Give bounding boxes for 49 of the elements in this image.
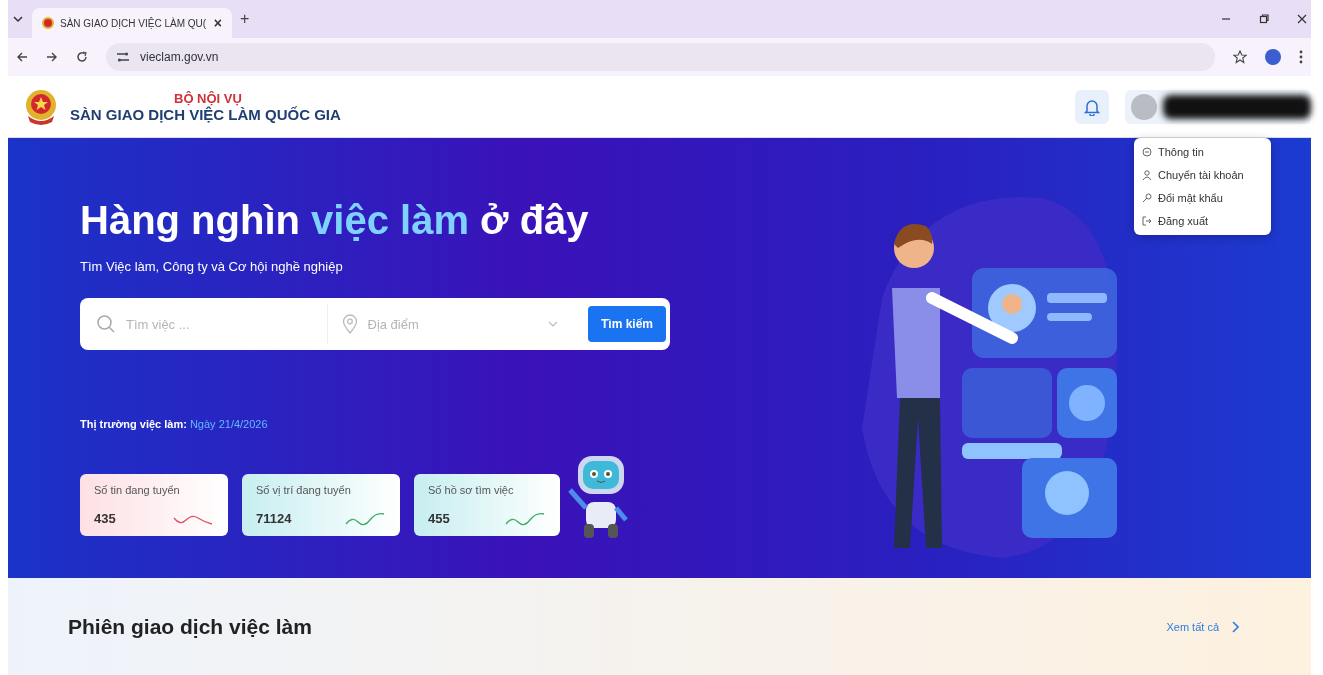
profile-avatar[interactable] (1265, 49, 1281, 65)
search-button[interactable]: Tìm kiếm (588, 306, 666, 342)
stat-value: 71124 (256, 511, 292, 526)
stat-value: 455 (428, 511, 450, 526)
menu-item[interactable]: Đổi mật khẩu (1142, 192, 1271, 204)
stat-label: Số hồ sơ tìm việc (428, 484, 515, 496)
menu-item[interactable]: Thông tin (1142, 146, 1271, 158)
restore-icon[interactable] (1259, 14, 1269, 24)
location-pin-icon (341, 314, 358, 334)
location-field[interactable]: Địa điểm (365, 315, 540, 333)
sparkline-icon (504, 511, 546, 526)
info-icon (1142, 147, 1152, 157)
close-icon[interactable] (1297, 14, 1307, 24)
emblem-icon (42, 17, 54, 29)
menu-item[interactable]: Đăng xuất (1142, 215, 1271, 227)
chevron-right-icon (1231, 620, 1239, 633)
back-icon[interactable] (16, 51, 28, 63)
menu-item[interactable]: Chuyển tài khoản (1142, 169, 1271, 181)
hero-title: Hàng nghìn việc làm ở đây (80, 198, 590, 243)
logout-icon (1142, 216, 1152, 226)
more-icon[interactable] (1299, 50, 1303, 64)
new-tab-button[interactable]: + (240, 10, 250, 28)
user-icon (1142, 170, 1152, 180)
stat-label: Số tin đang tuyển (94, 484, 181, 496)
bell-icon (1084, 97, 1100, 116)
star-icon[interactable] (1233, 50, 1247, 64)
avatar-icon (1131, 93, 1157, 120)
job-search-field[interactable]: Tìm việc ... (124, 315, 308, 333)
chevron-down-icon (547, 321, 558, 327)
ministry-name: BỘ NỘI VỤ (174, 90, 242, 106)
sparkline-icon (344, 511, 386, 526)
market-date-text: Thị trường việc làm: Ngày 21/4/2026 (80, 418, 269, 430)
tab-close-button[interactable]: × (213, 15, 222, 31)
site-settings-icon[interactable] (116, 51, 130, 63)
search-icon (96, 314, 116, 334)
stat-label: Số vị trí đang tuyển (256, 484, 352, 496)
reload-icon[interactable] (76, 51, 88, 63)
hero-subtitle: Tìm Việc làm, Công ty và Cơ hội nghề nghiệp (80, 259, 344, 274)
address-field[interactable]: vieclam.gov.vn (106, 43, 1215, 71)
user-button[interactable] (1125, 89, 1311, 124)
browser-tab[interactable]: SÀN GIAO DỊCH VIỆC LÀM QU( × (32, 8, 232, 38)
stat-value: 435 (94, 511, 116, 526)
key-icon (1142, 193, 1152, 203)
see-all-link[interactable]: Xem tất cả (1166, 620, 1239, 633)
site-name[interactable]: SÀN GIAO DỊCH VIỆC LÀM QUỐC GIA (70, 105, 341, 123)
forward-icon[interactable] (46, 51, 58, 63)
section-title: Phiên giao dịch việc làm (68, 614, 312, 639)
tab-list-icon[interactable] (12, 13, 24, 25)
notification-button[interactable] (1075, 89, 1109, 124)
